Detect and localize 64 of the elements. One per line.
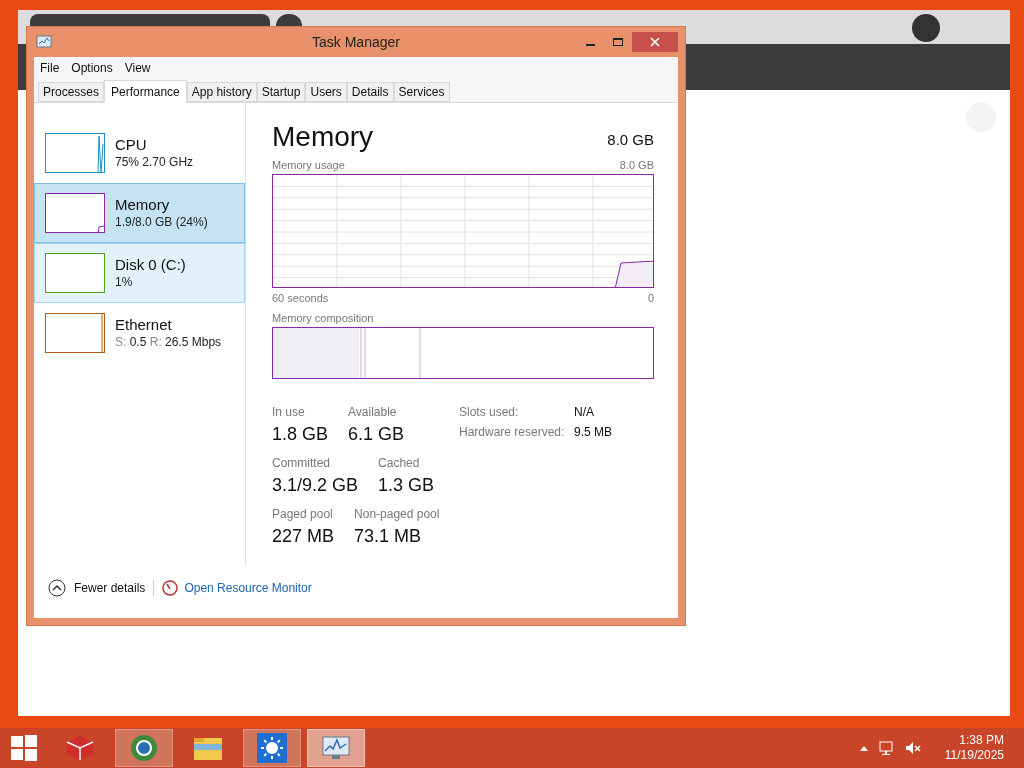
item-name: Disk 0 (C:) [115,256,186,275]
tab[interactable]: Users [305,82,347,102]
chart-max: 8.0 GB [619,158,654,173]
gauge-icon [162,580,179,596]
axis-label: 0 [647,290,654,306]
tab[interactable]: Performance [104,80,187,103]
stat-label: Available [348,403,398,421]
tab[interactable]: Details [346,82,394,102]
detail-value: N/A [574,403,595,421]
panel-title: Memory [272,123,374,151]
stat-value: 1.3 GB [378,473,435,497]
globe-icon [129,733,159,763]
network-icon[interactable] [878,740,895,756]
tab-search-button[interactable] [912,14,940,42]
detail-value: 9.5 MB [574,423,612,441]
chevron-up-icon [48,579,66,597]
chevron-up-icon[interactable] [858,744,869,752]
total-memory: 8.0 GB [607,129,654,150]
resource-monitor-link[interactable]: Open Resource Monitor [184,579,312,597]
fewer-details-button[interactable]: Fewer details [48,579,146,597]
item-detail: 1.9/8.0 GB (24%) [115,214,208,230]
detail-label: Hardware reserved: [459,423,566,441]
clock-date[interactable]: 11/19/2025 [944,748,1004,763]
taskbar-app[interactable] [243,729,301,767]
item-detail: 1% [115,274,134,290]
new-tab-button[interactable] [276,14,302,26]
muted-speaker-icon[interactable] [904,740,921,756]
tab[interactable]: App history [186,82,257,102]
stat-value: 6.1 GB [348,422,405,446]
tab[interactable]: Processes [38,82,105,102]
tab[interactable]: Services [393,82,450,102]
stat-value: 3.1/9.2 GB [272,473,359,497]
item-detail: 75% 2.70 GHz [115,154,194,170]
sun-icon [257,733,287,763]
monitor-graph-icon [320,734,352,762]
chart-label: Memory composition [272,311,375,326]
stat-value: 227 MB [272,524,335,548]
stat-label: In use [272,403,306,421]
chart-label: Memory usage [272,158,345,173]
close-icon [650,37,660,47]
stat-label: Non-paged pool [354,505,440,523]
axis-label: 60 seconds [272,290,329,306]
stat-label: Committed [272,454,331,472]
item-detail: S: 0.5 R: 26.5 Mbps [115,334,222,350]
menu-item[interactable]: Options [65,57,119,79]
app-icon [36,35,52,49]
stat-label: Paged pool [272,505,334,523]
menu-item[interactable]: File [34,57,66,79]
sidebar-item[interactable]: Disk 0 (C:) 1% [34,243,245,303]
clock-time[interactable]: 1:38 PM [959,733,1004,748]
windows-icon [11,735,37,761]
sidebar-item[interactable]: Memory 1.9/8.0 GB (24%) [34,183,245,243]
tab[interactable]: Startup [256,82,306,102]
taskbar-app[interactable] [307,729,365,767]
stat-value: 1.8 GB [272,422,329,446]
stat-label: Cached [378,454,421,472]
window-title: Task Manager [312,32,400,52]
item-name: Ethernet [115,316,173,335]
menu-item[interactable]: View [118,57,157,79]
taskbar-app[interactable] [115,729,173,767]
item-name: Memory [115,196,171,215]
item-name: CPU [115,136,148,155]
detail-label: Slots used: [459,403,520,421]
stat-value: 73.1 MB [354,524,423,548]
